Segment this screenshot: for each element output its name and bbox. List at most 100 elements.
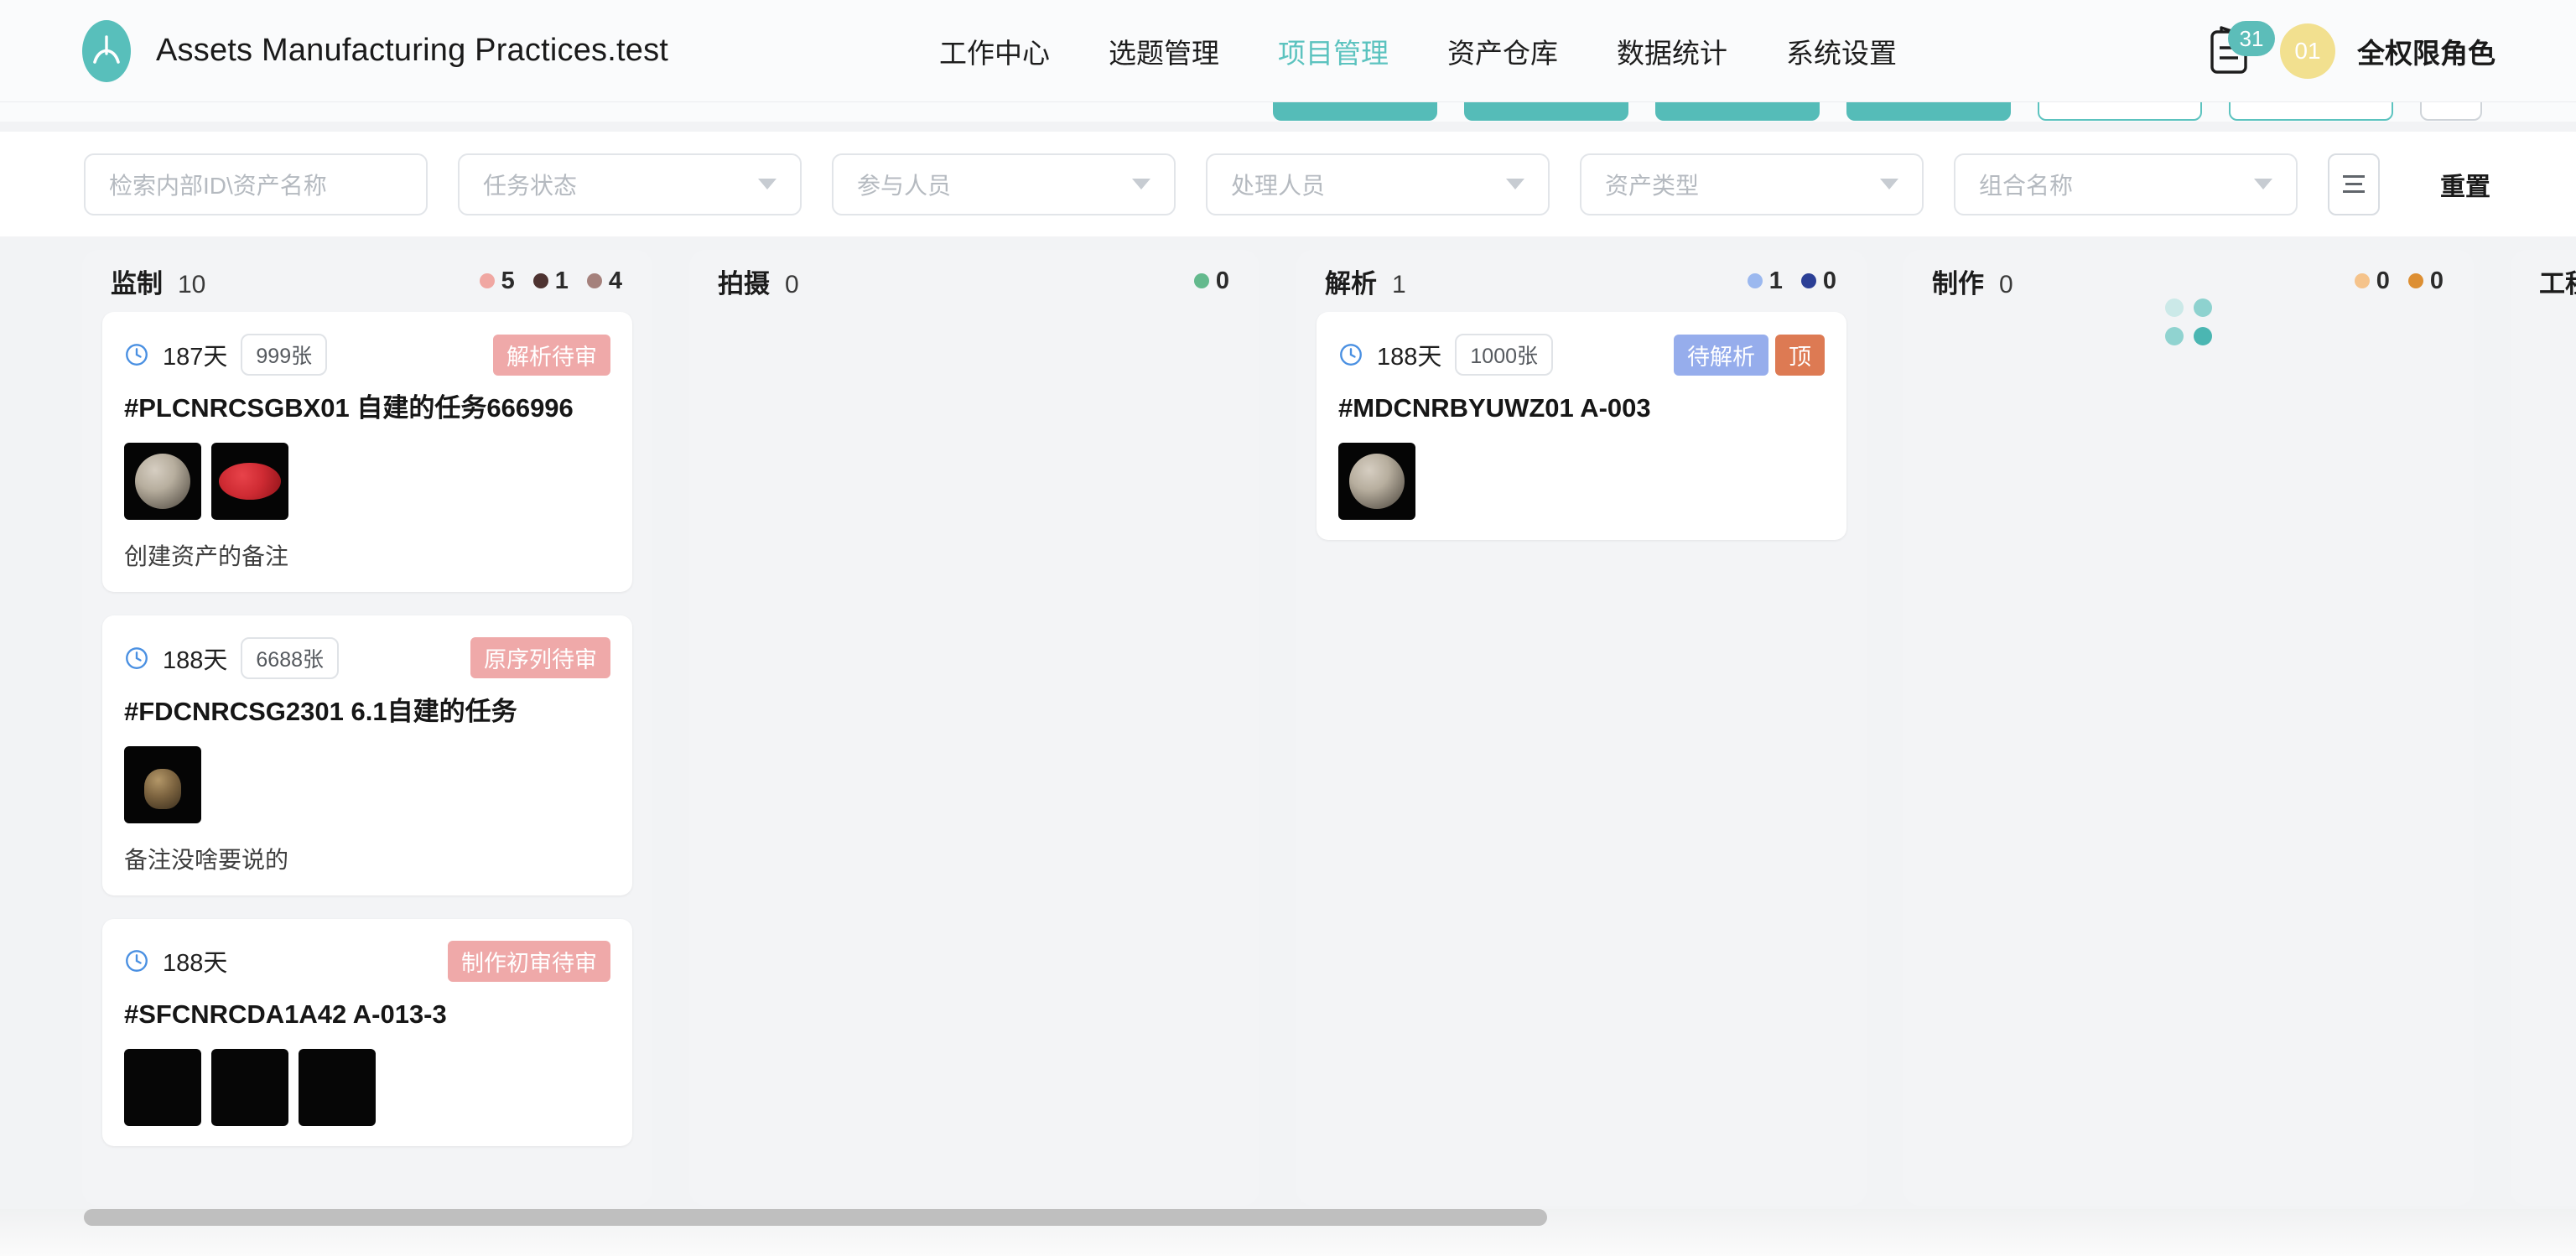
status-badge: 1 — [1747, 267, 1783, 295]
nav-item-project-management[interactable]: 项目管理 — [1278, 31, 1389, 71]
task-card[interactable]: 188天 1000张 待解析 顶 #MDCNRBYUWZ01 A-003 — [1317, 312, 1846, 540]
status-dot-icon — [2407, 273, 2423, 288]
card-shot-count: 6688张 — [241, 636, 340, 679]
chevron-down-icon — [1506, 179, 1524, 189]
status-dot-icon — [1747, 273, 1763, 288]
board-column-project-files: 工程文件 — [2511, 250, 2576, 1206]
status-tag: 解析待审 — [493, 334, 610, 376]
select-handlers[interactable]: 处理人员 — [1206, 153, 1550, 215]
card-days: 188天 — [163, 950, 228, 978]
action-button-4[interactable] — [1846, 102, 2011, 121]
select-task-status[interactable]: 任务状态 — [458, 153, 802, 215]
nav-item-data-statistics[interactable]: 数据统计 — [1617, 31, 1727, 71]
select-participants[interactable]: 参与人员 — [832, 153, 1176, 215]
brand[interactable]: Assets Manufacturing Practices.test — [82, 19, 669, 82]
card-header: 188天 6688张 原序列待审 — [124, 636, 610, 679]
column-count: 1 — [1392, 270, 1406, 298]
column-header: 拍摄 0 0 — [689, 250, 1259, 312]
card-tags: 解析待审 — [493, 334, 610, 376]
column-header: 监制 10 5 1 4 — [82, 250, 652, 312]
select-handlers-label: 处理人员 — [1231, 172, 1326, 199]
board-column-analysis: 解析 1 1 0 188天 1000张 待解析 顶 #MDCNRBYUWZ01 … — [1296, 250, 1867, 1206]
list-view-icon[interactable] — [2328, 153, 2380, 215]
avatar[interactable]: 01 — [2280, 23, 2335, 79]
chevron-down-icon — [1880, 179, 1898, 189]
status-count: 4 — [608, 267, 622, 294]
status-badge: 0 — [1800, 267, 1836, 295]
action-button-5[interactable] — [2038, 102, 2202, 121]
card-note: 创建资产的备注 — [124, 542, 289, 569]
chevron-down-icon — [758, 179, 776, 189]
select-asset-type-label: 资产类型 — [1605, 172, 1700, 199]
status-dot-icon — [1193, 273, 1209, 288]
thumbnail-sphere[interactable] — [1338, 442, 1415, 520]
card-title: #FDCNRCSG2301 6.1自建的任务 — [124, 696, 517, 726]
select-task-status-label: 任务状态 — [483, 172, 578, 199]
status-dot-icon — [2354, 273, 2370, 288]
user-name[interactable]: 全权限角色 — [2357, 31, 2496, 71]
task-card[interactable]: 188天 制作初审待审 #SFCNRCDA1A42 A-013-3 — [102, 918, 632, 1146]
card-thumbnails — [124, 1048, 610, 1126]
status-dot-icon — [532, 273, 548, 288]
card-shot-count: 999张 — [241, 334, 328, 376]
status-tag: 制作初审待审 — [448, 940, 610, 982]
thumbnail-lantern[interactable] — [211, 442, 288, 520]
search-input[interactable]: 检索内部ID\资产名称 — [84, 153, 428, 215]
card-tags: 待解析 顶 — [1674, 334, 1825, 376]
nav-item-work-center[interactable]: 工作中心 — [939, 31, 1050, 71]
action-button-7[interactable] — [2420, 102, 2482, 121]
action-button-1[interactable] — [1273, 102, 1437, 121]
card-thumbnails — [1338, 442, 1825, 520]
card-header: 188天 1000张 待解析 顶 — [1338, 334, 1825, 376]
thumbnail-teapot[interactable] — [124, 745, 201, 823]
task-card[interactable]: 187天 999张 解析待审 #PLCNRCSGBX01 自建的任务666996… — [102, 312, 632, 592]
status-count: 1 — [554, 267, 569, 294]
reset-button[interactable]: 重置 — [2440, 166, 2490, 203]
status-count: 5 — [501, 267, 515, 294]
thumbnail-asset[interactable] — [299, 1048, 376, 1126]
column-card-list[interactable] — [2511, 312, 2576, 1206]
card-tags: 原序列待审 — [470, 637, 610, 679]
notifications-button[interactable]: 31 — [2206, 21, 2275, 78]
search-input-placeholder: 检索内部ID\资产名称 — [109, 172, 327, 199]
horizontal-scrollbar[interactable] — [0, 1209, 2576, 1226]
action-button-6[interactable] — [2229, 102, 2393, 121]
scrollbar-thumb[interactable] — [84, 1209, 1547, 1226]
status-count: 0 — [2429, 267, 2444, 294]
filter-bar: 检索内部ID\资产名称 任务状态 参与人员 处理人员 资产类型 组合名称 重置 — [0, 132, 2576, 236]
action-button-3[interactable] — [1655, 102, 1820, 121]
column-title: 监制 — [111, 268, 163, 298]
thumbnail-asset[interactable] — [211, 1048, 288, 1126]
status-badge: 4 — [586, 267, 622, 295]
column-card-list[interactable]: 187天 999张 解析待审 #PLCNRCSGBX01 自建的任务666996… — [82, 312, 652, 1206]
board-column-production: 制作 0 0 0 — [1903, 250, 2474, 1206]
action-button-2[interactable] — [1464, 102, 1628, 121]
card-header: 188天 制作初审待审 — [124, 940, 610, 982]
board-column-supervision: 监制 10 5 1 4 187天 999张 解析待审 #PLCNRCSGBX01… — [82, 250, 652, 1206]
thumbnail-sphere[interactable] — [124, 442, 201, 520]
select-asset-type[interactable]: 资产类型 — [1580, 153, 1924, 215]
status-tag: 待解析 — [1674, 334, 1768, 376]
column-card-list[interactable] — [689, 312, 1259, 1206]
brand-title: Assets Manufacturing Practices.test — [156, 33, 669, 68]
top-right-area: 31 01 全权限角色 — [2206, 0, 2576, 102]
nav-item-asset-warehouse[interactable]: 资产仓库 — [1447, 31, 1558, 71]
column-stats: 5 1 4 — [479, 267, 622, 295]
card-thumbnails — [124, 442, 610, 520]
column-header: 解析 1 1 0 — [1296, 250, 1867, 312]
status-count: 1 — [1768, 267, 1783, 294]
clock-icon — [126, 344, 148, 366]
nav-item-system-settings[interactable]: 系统设置 — [1786, 31, 1897, 71]
column-card-list[interactable]: 188天 1000张 待解析 顶 #MDCNRBYUWZ01 A-003 — [1296, 312, 1867, 1206]
status-badge: 0 — [2354, 267, 2390, 295]
card-tags: 制作初审待审 — [448, 940, 610, 982]
chevron-down-icon — [1132, 179, 1150, 189]
nav-item-topic-management[interactable]: 选题管理 — [1109, 31, 1219, 71]
task-card[interactable]: 188天 6688张 原序列待审 #FDCNRCSG2301 6.1自建的任务 … — [102, 615, 632, 895]
status-dot-icon — [586, 273, 602, 288]
select-group-name[interactable]: 组合名称 — [1954, 153, 2298, 215]
column-card-list[interactable] — [1903, 312, 2474, 1206]
thumbnail-asset[interactable] — [124, 1048, 201, 1126]
status-badge: 0 — [2407, 267, 2444, 295]
select-group-name-label: 组合名称 — [1979, 172, 2074, 199]
